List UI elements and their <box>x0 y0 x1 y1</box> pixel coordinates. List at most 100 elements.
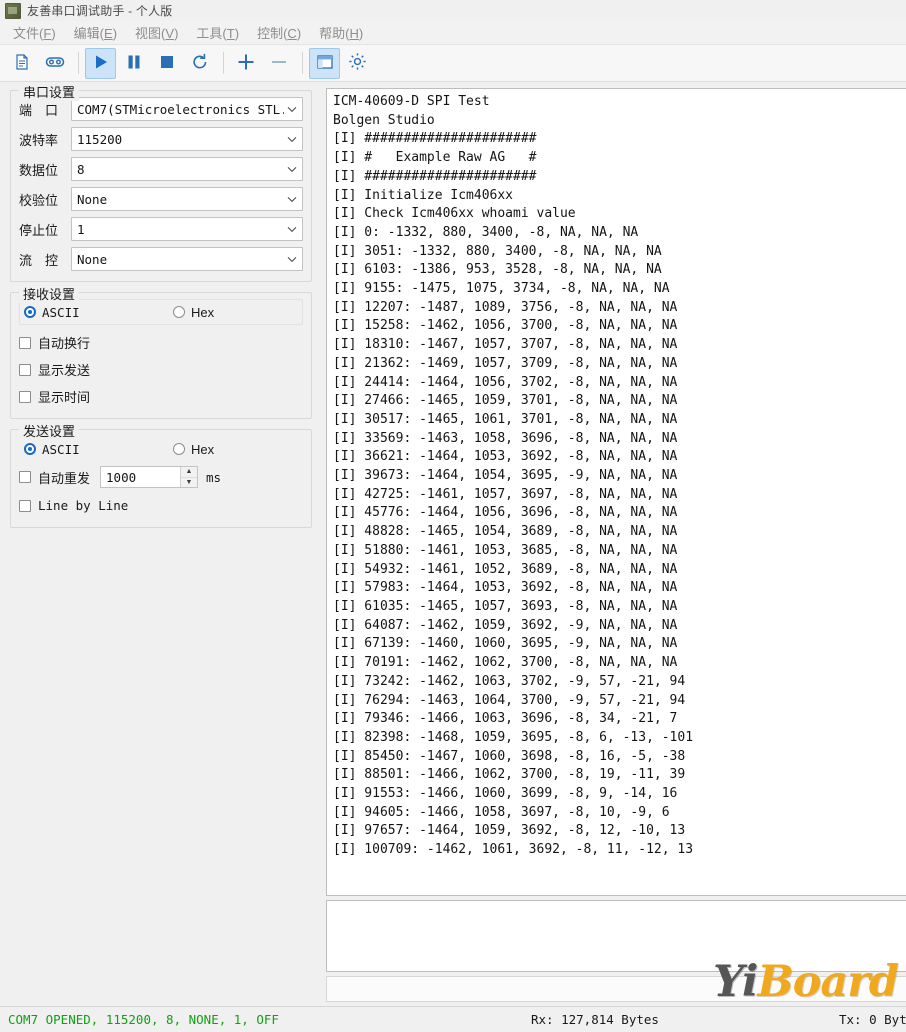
port-select[interactable]: COM7(STMicroelectronics STL... <box>71 97 303 121</box>
app-icon <box>5 3 21 19</box>
menu-control-label: 控制 <box>257 26 283 41</box>
send-ascii-label: ASCII <box>42 442 80 457</box>
menu-tools[interactable]: 工具(T) <box>187 21 248 44</box>
send-settings-title: 发送设置 <box>19 421 79 440</box>
stopbits-label: 停止位 <box>19 220 71 239</box>
baudrate-value: 115200 <box>77 132 284 147</box>
parity-select[interactable]: None <box>71 187 303 211</box>
tape-record-icon <box>45 53 65 74</box>
stepper-up-icon[interactable]: ▲ <box>181 467 197 478</box>
menu-file-label: 文件 <box>13 26 39 41</box>
restart-button[interactable] <box>184 48 215 79</box>
databits-row: 数据位 8 <box>19 157 303 181</box>
flowcontrol-value: None <box>77 252 284 267</box>
chevron-down-icon <box>284 256 300 263</box>
menu-edit[interactable]: 编辑(E) <box>65 21 126 44</box>
toolbar <box>0 45 906 82</box>
send-settings-group: 发送设置 ASCII Hex 自动重发 1000 <box>10 429 312 528</box>
receive-ascii-radio[interactable]: ASCII <box>24 305 169 320</box>
flowcontrol-label: 流 控 <box>19 250 71 269</box>
radio-selected-icon <box>24 443 36 455</box>
send-ascii-radio[interactable]: ASCII <box>24 442 169 457</box>
receive-settings-group: 接收设置 ASCII Hex 自动换行 <box>10 292 312 419</box>
receive-settings-title: 接收设置 <box>19 284 79 303</box>
line-by-line-checkbox[interactable]: Line by Line <box>19 492 303 519</box>
main-body: 串口设置 端 口 COM7(STMicroelectronics STL... … <box>0 82 906 1006</box>
checkbox-icon <box>19 500 31 512</box>
databits-label: 数据位 <box>19 160 71 179</box>
plus-icon <box>236 52 256 75</box>
show-send-checkbox[interactable]: 显示发送 <box>19 356 303 383</box>
baudrate-label: 波特率 <box>19 130 71 149</box>
receive-hex-label: Hex <box>191 305 214 320</box>
chevron-down-icon <box>284 106 300 113</box>
zoom-out-button[interactable] <box>263 48 294 79</box>
send-hex-radio[interactable]: Hex <box>173 442 214 457</box>
checkbox-icon[interactable] <box>19 471 31 483</box>
refresh-icon <box>191 53 209 74</box>
stepper-arrows[interactable]: ▲ ▼ <box>180 467 197 487</box>
resend-interval-value: 1000 <box>101 470 180 485</box>
stop-icon <box>158 53 176 74</box>
menu-help[interactable]: 帮助(H) <box>310 21 372 44</box>
zoom-in-button[interactable] <box>230 48 261 79</box>
resend-interval-stepper[interactable]: 1000 ▲ ▼ <box>100 466 198 488</box>
databits-select[interactable]: 8 <box>71 157 303 181</box>
parity-row: 校验位 None <box>19 187 303 211</box>
show-time-checkbox[interactable]: 显示时间 <box>19 383 303 410</box>
start-button[interactable] <box>85 48 116 79</box>
minus-icon <box>269 52 289 75</box>
stopbits-row: 停止位 1 <box>19 217 303 241</box>
flowcontrol-select[interactable]: None <box>71 247 303 271</box>
serial-settings-group: 串口设置 端 口 COM7(STMicroelectronics STL... … <box>10 90 312 282</box>
receive-ascii-label: ASCII <box>42 305 80 320</box>
checkbox-icon <box>19 364 31 376</box>
toggle-panel-button[interactable] <box>309 48 340 79</box>
stop-button[interactable] <box>151 48 182 79</box>
menu-help-label: 帮助 <box>319 26 345 41</box>
new-document-button[interactable] <box>6 48 37 79</box>
chevron-down-icon <box>284 136 300 143</box>
menu-view[interactable]: 视图(V) <box>126 21 187 44</box>
record-log-button[interactable] <box>39 48 70 79</box>
settings-button[interactable] <box>342 48 373 79</box>
stopbits-select[interactable]: 1 <box>71 217 303 241</box>
pause-button[interactable] <box>118 48 149 79</box>
terminal-panel: ICM-40609-D SPI Test Bolgen Studio [I] #… <box>322 82 906 1006</box>
status-bar: COM7 OPENED, 115200, 8, NONE, 1, OFF Rx:… <box>0 1006 906 1032</box>
serial-settings-title: 串口设置 <box>19 82 79 101</box>
auto-resend-label: 自动重发 <box>38 468 90 487</box>
stepper-down-icon[interactable]: ▼ <box>181 478 197 488</box>
menu-tools-label: 工具 <box>196 26 222 41</box>
port-label: 端 口 <box>19 100 71 119</box>
menu-file[interactable]: 文件(F) <box>4 21 65 44</box>
baudrate-select[interactable]: 115200 <box>71 127 303 151</box>
document-icon <box>13 53 31 74</box>
send-input[interactable] <box>326 976 906 1002</box>
parity-label: 校验位 <box>19 190 71 209</box>
menu-file-mnemonic: F <box>43 26 51 41</box>
databits-value: 8 <box>77 162 284 177</box>
window-title: 友善串口调试助手 - 个人版 <box>27 2 172 19</box>
menu-control[interactable]: 控制(C) <box>248 21 310 44</box>
baudrate-row: 波特率 115200 <box>19 127 303 151</box>
play-icon <box>92 53 110 74</box>
receive-output[interactable]: ICM-40609-D SPI Test Bolgen Studio [I] #… <box>326 88 906 896</box>
rx-bytes-status: Rx: 127,814 Bytes <box>523 1012 831 1027</box>
tx-bytes-status: Tx: 0 Bytes <box>831 1012 906 1027</box>
parity-value: None <box>77 192 284 207</box>
send-textarea[interactable] <box>326 900 906 972</box>
checkbox-icon <box>19 391 31 403</box>
auto-wrap-checkbox[interactable]: 自动换行 <box>19 329 303 356</box>
send-hex-label: Hex <box>191 442 214 457</box>
config-panel: 串口设置 端 口 COM7(STMicroelectronics STL... … <box>0 82 322 1006</box>
toolbar-separator <box>78 52 79 74</box>
chevron-down-icon <box>284 226 300 233</box>
radio-unselected-icon <box>173 443 185 455</box>
show-time-label: 显示时间 <box>38 387 90 406</box>
receive-hex-radio[interactable]: Hex <box>173 305 214 320</box>
radio-unselected-icon <box>173 306 185 318</box>
flowcontrol-row: 流 控 None <box>19 247 303 271</box>
line-by-line-label: Line by Line <box>38 498 128 513</box>
menu-help-mnemonic: H <box>350 26 359 41</box>
